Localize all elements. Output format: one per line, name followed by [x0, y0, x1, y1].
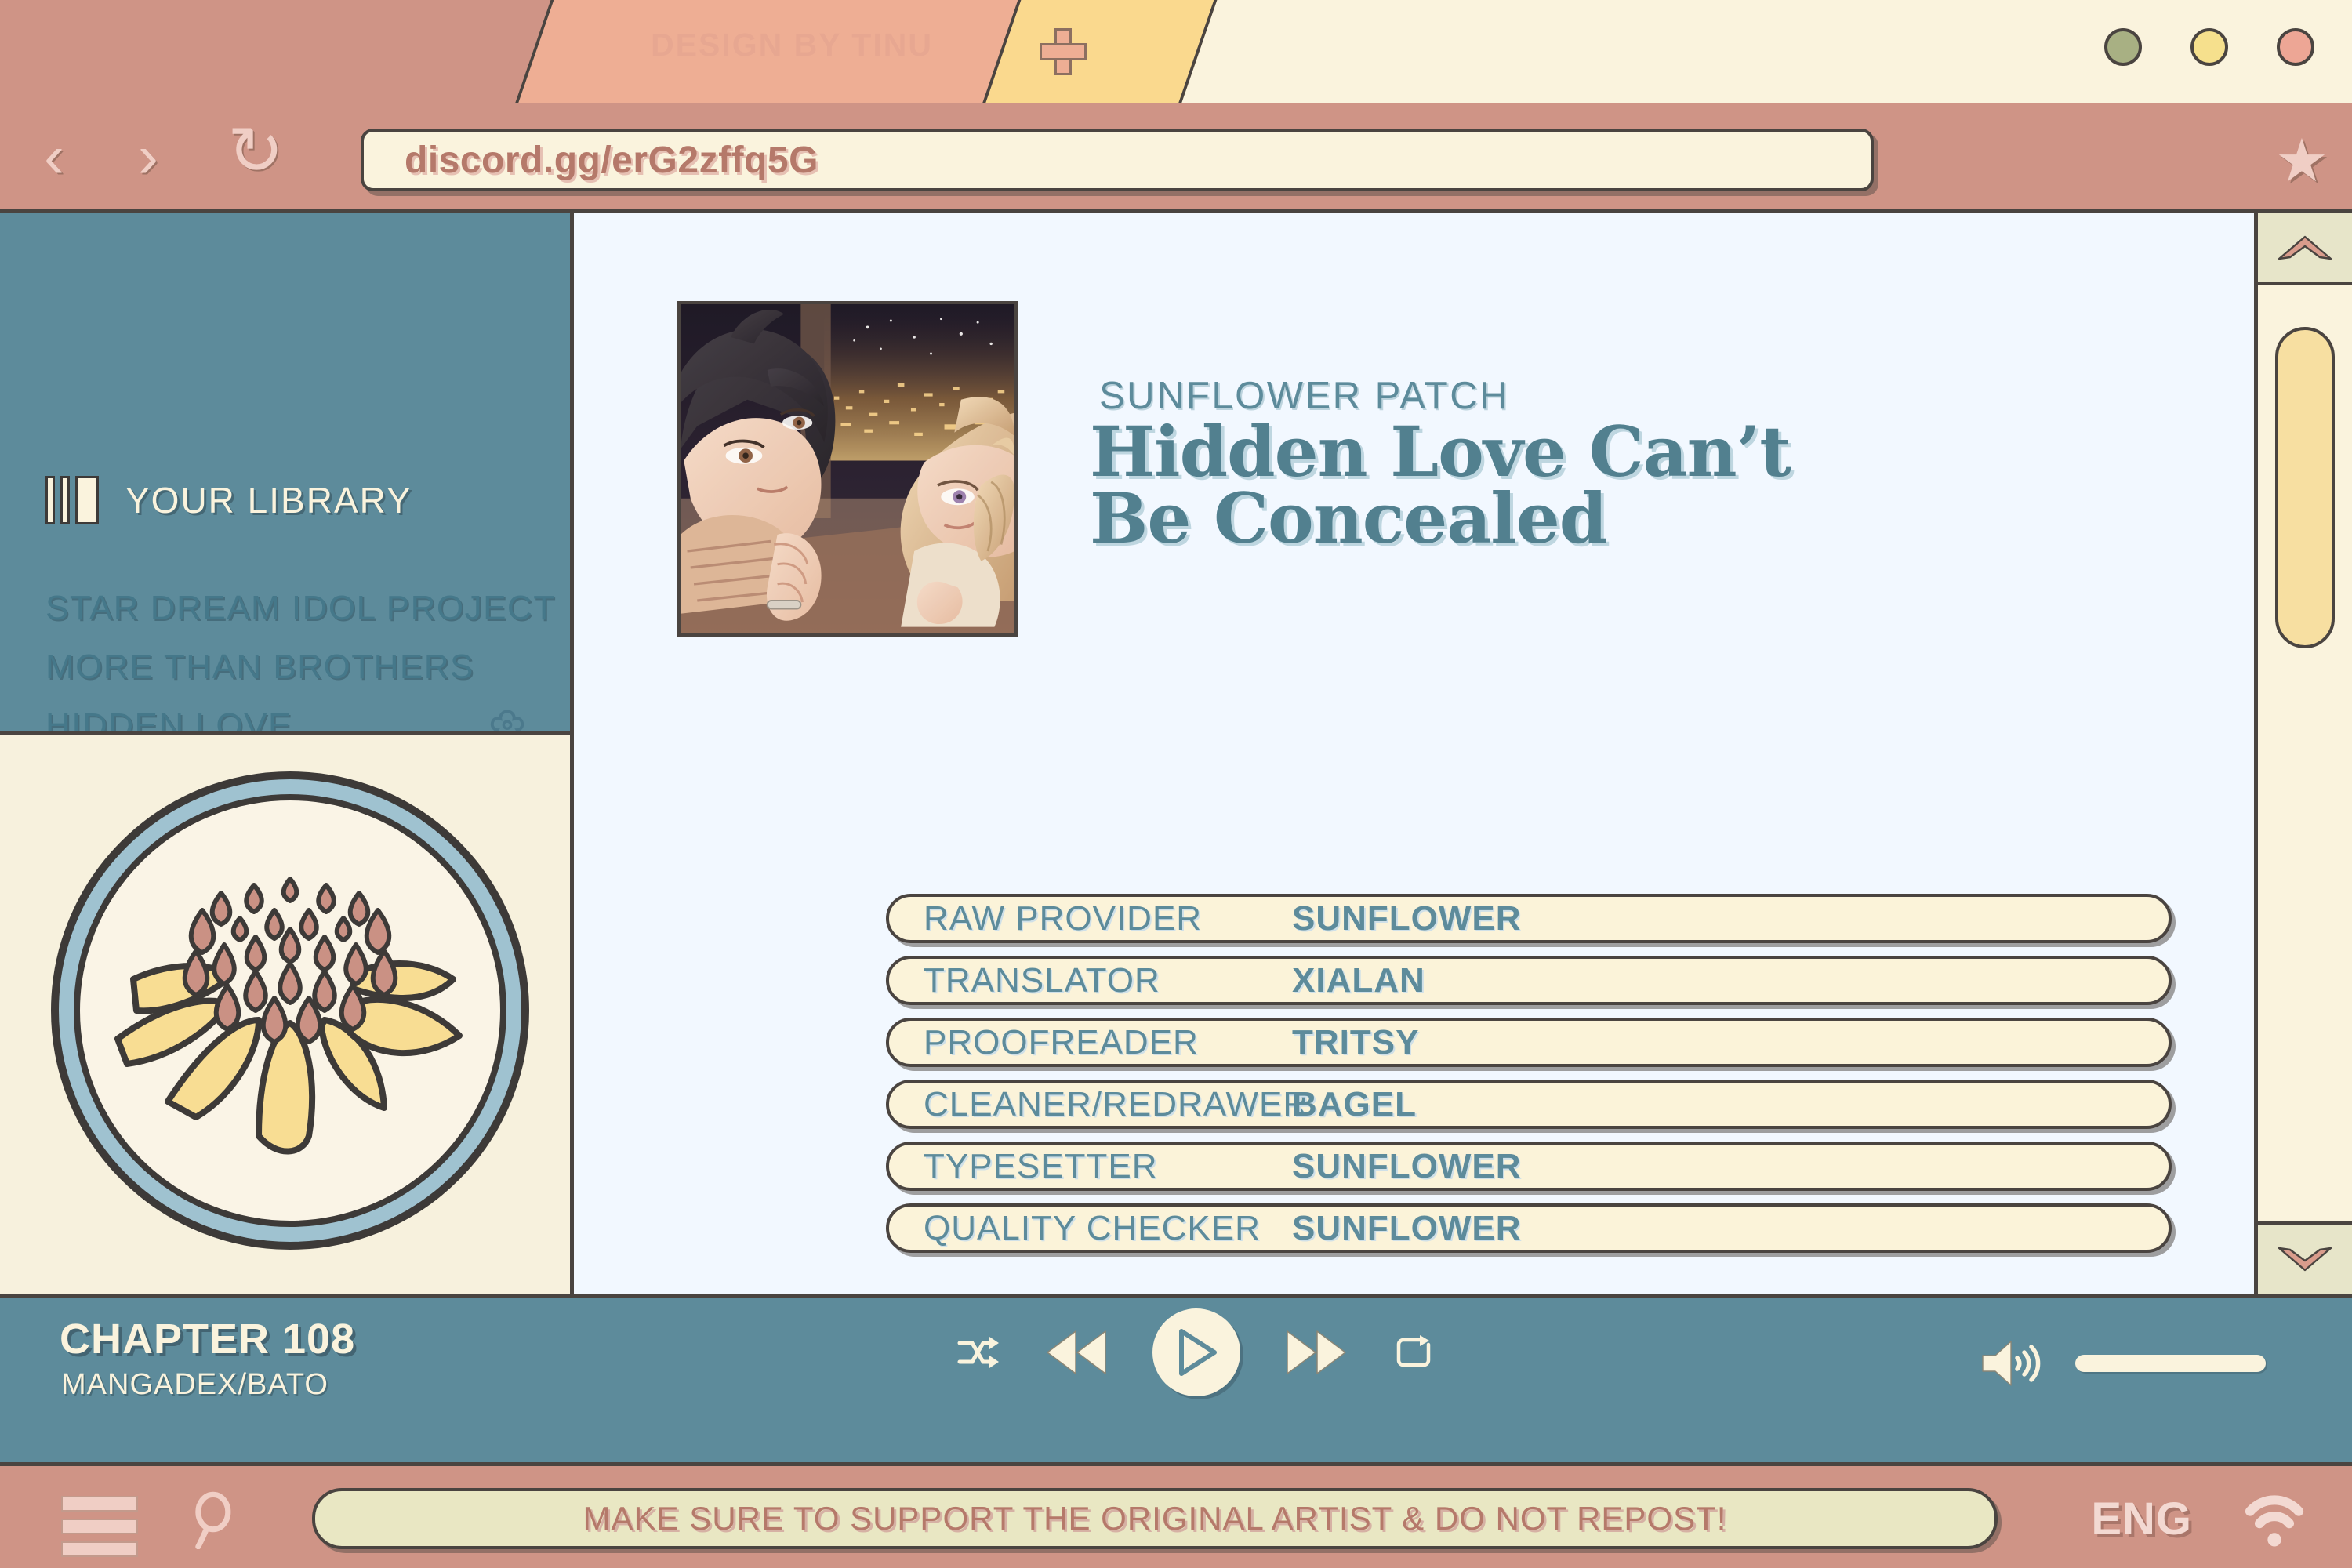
credit-role: RAW PROVIDER: [924, 898, 1203, 938]
back-icon[interactable]: ‹: [44, 125, 64, 187]
url-text: discord.gg/erG2zffq5G: [405, 139, 818, 181]
sidebar-item-label: MORE THAN BROTHERS: [45, 647, 474, 686]
scrollbar-thumb[interactable]: [2275, 327, 2335, 648]
shuffle-icon: [957, 1337, 999, 1368]
play-icon: [1179, 1329, 1217, 1376]
forward-icon[interactable]: ›: [138, 125, 158, 187]
series-thumbnail[interactable]: [677, 301, 1018, 637]
next-button[interactable]: [1284, 1328, 1350, 1377]
credit-row-raw-provider: RAW PROVIDER SUNFLOWER: [886, 894, 2172, 943]
maximize-button[interactable]: [2190, 28, 2228, 66]
library-panel: YOUR LIBRARY STAR DREAM IDOL PROJECT MOR…: [0, 213, 570, 921]
scroll-down-button[interactable]: [2258, 1221, 2352, 1294]
sidebar-item-label: STAR DREAM IDOL PROJECT: [45, 588, 556, 627]
sunflower-logo: [51, 771, 529, 1250]
bookmark-star-icon[interactable]: ★: [2275, 132, 2328, 191]
credit-name: TRITSY: [1292, 1022, 1420, 1062]
tab-strip: DESIGN BY TINU: [0, 0, 2352, 103]
library-header: YOUR LIBRARY: [45, 476, 412, 524]
credit-role: TYPESETTER: [924, 1146, 1158, 1185]
content-panel: SUNFLOWER PATCH Hidden Love Can’t Be Con…: [574, 213, 2258, 1294]
credit-name: SUNFLOWER: [1292, 898, 1522, 938]
credit-row-cleaner-redrawer: CLEANER/REDRAWER BAGEL: [886, 1080, 2172, 1129]
credit-name: SUNFLOWER: [1292, 1208, 1522, 1247]
credit-row-typesetter: TYPESETTER SUNFLOWER: [886, 1142, 2172, 1191]
credit-role: QUALITY CHECKER: [924, 1208, 1261, 1247]
play-button[interactable]: [1152, 1308, 1240, 1396]
scroll-up-button[interactable]: [2258, 213, 2352, 285]
browser-window: DESIGN BY TINU ‹ › ↻ discord.gg/erG2zffq…: [0, 0, 2352, 1568]
notice-text: MAKE SURE TO SUPPORT THE ORIGINAL ARTIST…: [583, 1500, 1727, 1537]
library-icon: [45, 476, 99, 524]
url-toolbar: ‹ › ↻ discord.gg/erG2zffq5G ★: [0, 103, 2352, 213]
chapter-title: CHAPTER 108: [60, 1316, 356, 1363]
notice-banner: MAKE SURE TO SUPPORT THE ORIGINAL ARTIST…: [312, 1488, 1998, 1549]
previous-icon: [1047, 1330, 1106, 1374]
credit-name: SUNFLOWER: [1292, 1146, 1522, 1185]
repeat-button[interactable]: [1394, 1334, 1433, 1371]
transport-controls: [956, 1308, 1433, 1396]
chevron-down-icon: [2278, 1247, 2332, 1272]
main-body: YOUR LIBRARY STAR DREAM IDOL PROJECT MOR…: [0, 213, 2352, 1294]
previous-button[interactable]: [1043, 1328, 1109, 1377]
volume-icon[interactable]: [1978, 1335, 2045, 1392]
vertical-scrollbar[interactable]: [2258, 213, 2352, 1294]
chapter-source: MANGADEX/BATO: [61, 1368, 328, 1401]
wifi-icon[interactable]: [2241, 1490, 2308, 1549]
credit-role: CLEANER/REDRAWER: [924, 1084, 1309, 1123]
tab-watermark-label: DESIGN BY TINU: [651, 27, 933, 63]
credit-role: PROOFREADER: [924, 1022, 1199, 1062]
credit-role: TRANSLATOR: [924, 960, 1160, 1000]
volume-slider[interactable]: [2075, 1355, 2266, 1372]
credits-list: RAW PROVIDER SUNFLOWER TRANSLATOR XIALAN…: [886, 894, 2172, 1265]
sidebar-logo-panel: [0, 731, 570, 1294]
plus-icon[interactable]: [1040, 28, 1087, 75]
credit-name: BAGEL: [1292, 1084, 1417, 1123]
sidebar: YOUR LIBRARY STAR DREAM IDOL PROJECT MOR…: [0, 213, 574, 1294]
search-icon[interactable]: [186, 1490, 245, 1549]
credit-row-translator: TRANSLATOR XIALAN: [886, 956, 2172, 1005]
sidebar-item-more-than-brothers[interactable]: MORE THAN BROTHERS: [45, 637, 532, 696]
close-button[interactable]: [2277, 28, 2314, 66]
title-line-2: Be Concealed: [1090, 477, 1607, 560]
sidebar-item-star-dream-idol-project[interactable]: STAR DREAM IDOL PROJECT: [45, 579, 554, 637]
player-bar: CHAPTER 108 MANGADEX/BATO: [0, 1294, 2352, 1515]
credit-name: XIALAN: [1292, 960, 1425, 1000]
volume-control: [1978, 1335, 2266, 1392]
minimize-button[interactable]: [2104, 28, 2142, 66]
title-line-1: Hidden Love Can’t: [1090, 411, 1791, 492]
next-icon: [1287, 1330, 1346, 1374]
window-controls: [2104, 28, 2314, 66]
reload-icon[interactable]: ↻: [227, 118, 284, 185]
chevron-up-icon: [2278, 235, 2332, 260]
shuffle-button[interactable]: [956, 1335, 999, 1370]
library-title: YOUR LIBRARY: [125, 480, 412, 521]
page-title: Hidden Love Can’t Be Concealed: [1090, 411, 2234, 560]
repeat-icon: [1396, 1335, 1431, 1367]
url-input[interactable]: discord.gg/erG2zffq5G: [361, 129, 1874, 191]
language-indicator[interactable]: ENG: [2091, 1493, 2192, 1545]
hamburger-menu-icon[interactable]: [61, 1496, 138, 1557]
credit-row-quality-checker: QUALITY CHECKER SUNFLOWER: [886, 1203, 2172, 1253]
credit-row-proofreader: PROOFREADER TRITSY: [886, 1018, 2172, 1067]
status-bar: MAKE SURE TO SUPPORT THE ORIGINAL ARTIST…: [0, 1466, 2352, 1568]
